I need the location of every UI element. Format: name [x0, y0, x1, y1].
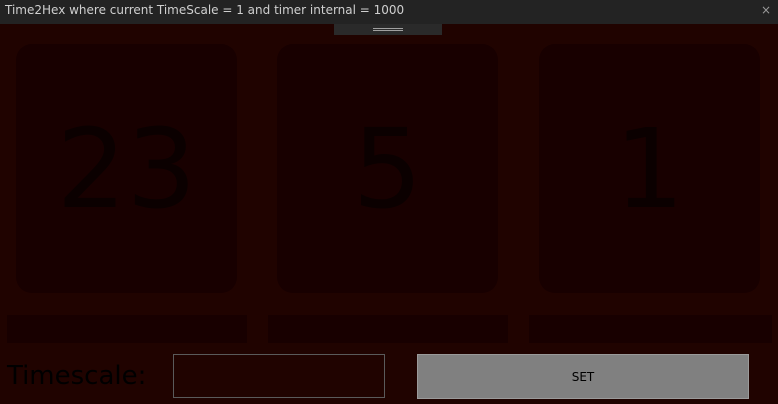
- hours-card: 23: [16, 44, 237, 293]
- seconds-card: 1: [539, 44, 760, 293]
- set-button[interactable]: SET: [417, 354, 749, 399]
- hours-value: 23: [56, 104, 197, 233]
- grip-icon: [373, 28, 403, 31]
- hours-hex-bar: [7, 315, 247, 343]
- window-title: Time2Hex where current TimeScale = 1 and…: [5, 3, 405, 17]
- minutes-value: 5: [352, 104, 423, 233]
- timescale-label: Timescale:: [7, 361, 147, 391]
- seconds-hex-bar: [529, 315, 772, 343]
- title-bar: Time2Hex where current TimeScale = 1 and…: [0, 0, 778, 24]
- minutes-card: 5: [277, 44, 498, 293]
- drag-handle[interactable]: [334, 24, 442, 35]
- timescale-input[interactable]: [173, 354, 385, 398]
- seconds-value: 1: [614, 104, 685, 233]
- minutes-hex-bar: [268, 315, 508, 343]
- close-icon[interactable]: ×: [759, 0, 773, 20]
- app-window: Time2Hex where current TimeScale = 1 and…: [0, 0, 778, 404]
